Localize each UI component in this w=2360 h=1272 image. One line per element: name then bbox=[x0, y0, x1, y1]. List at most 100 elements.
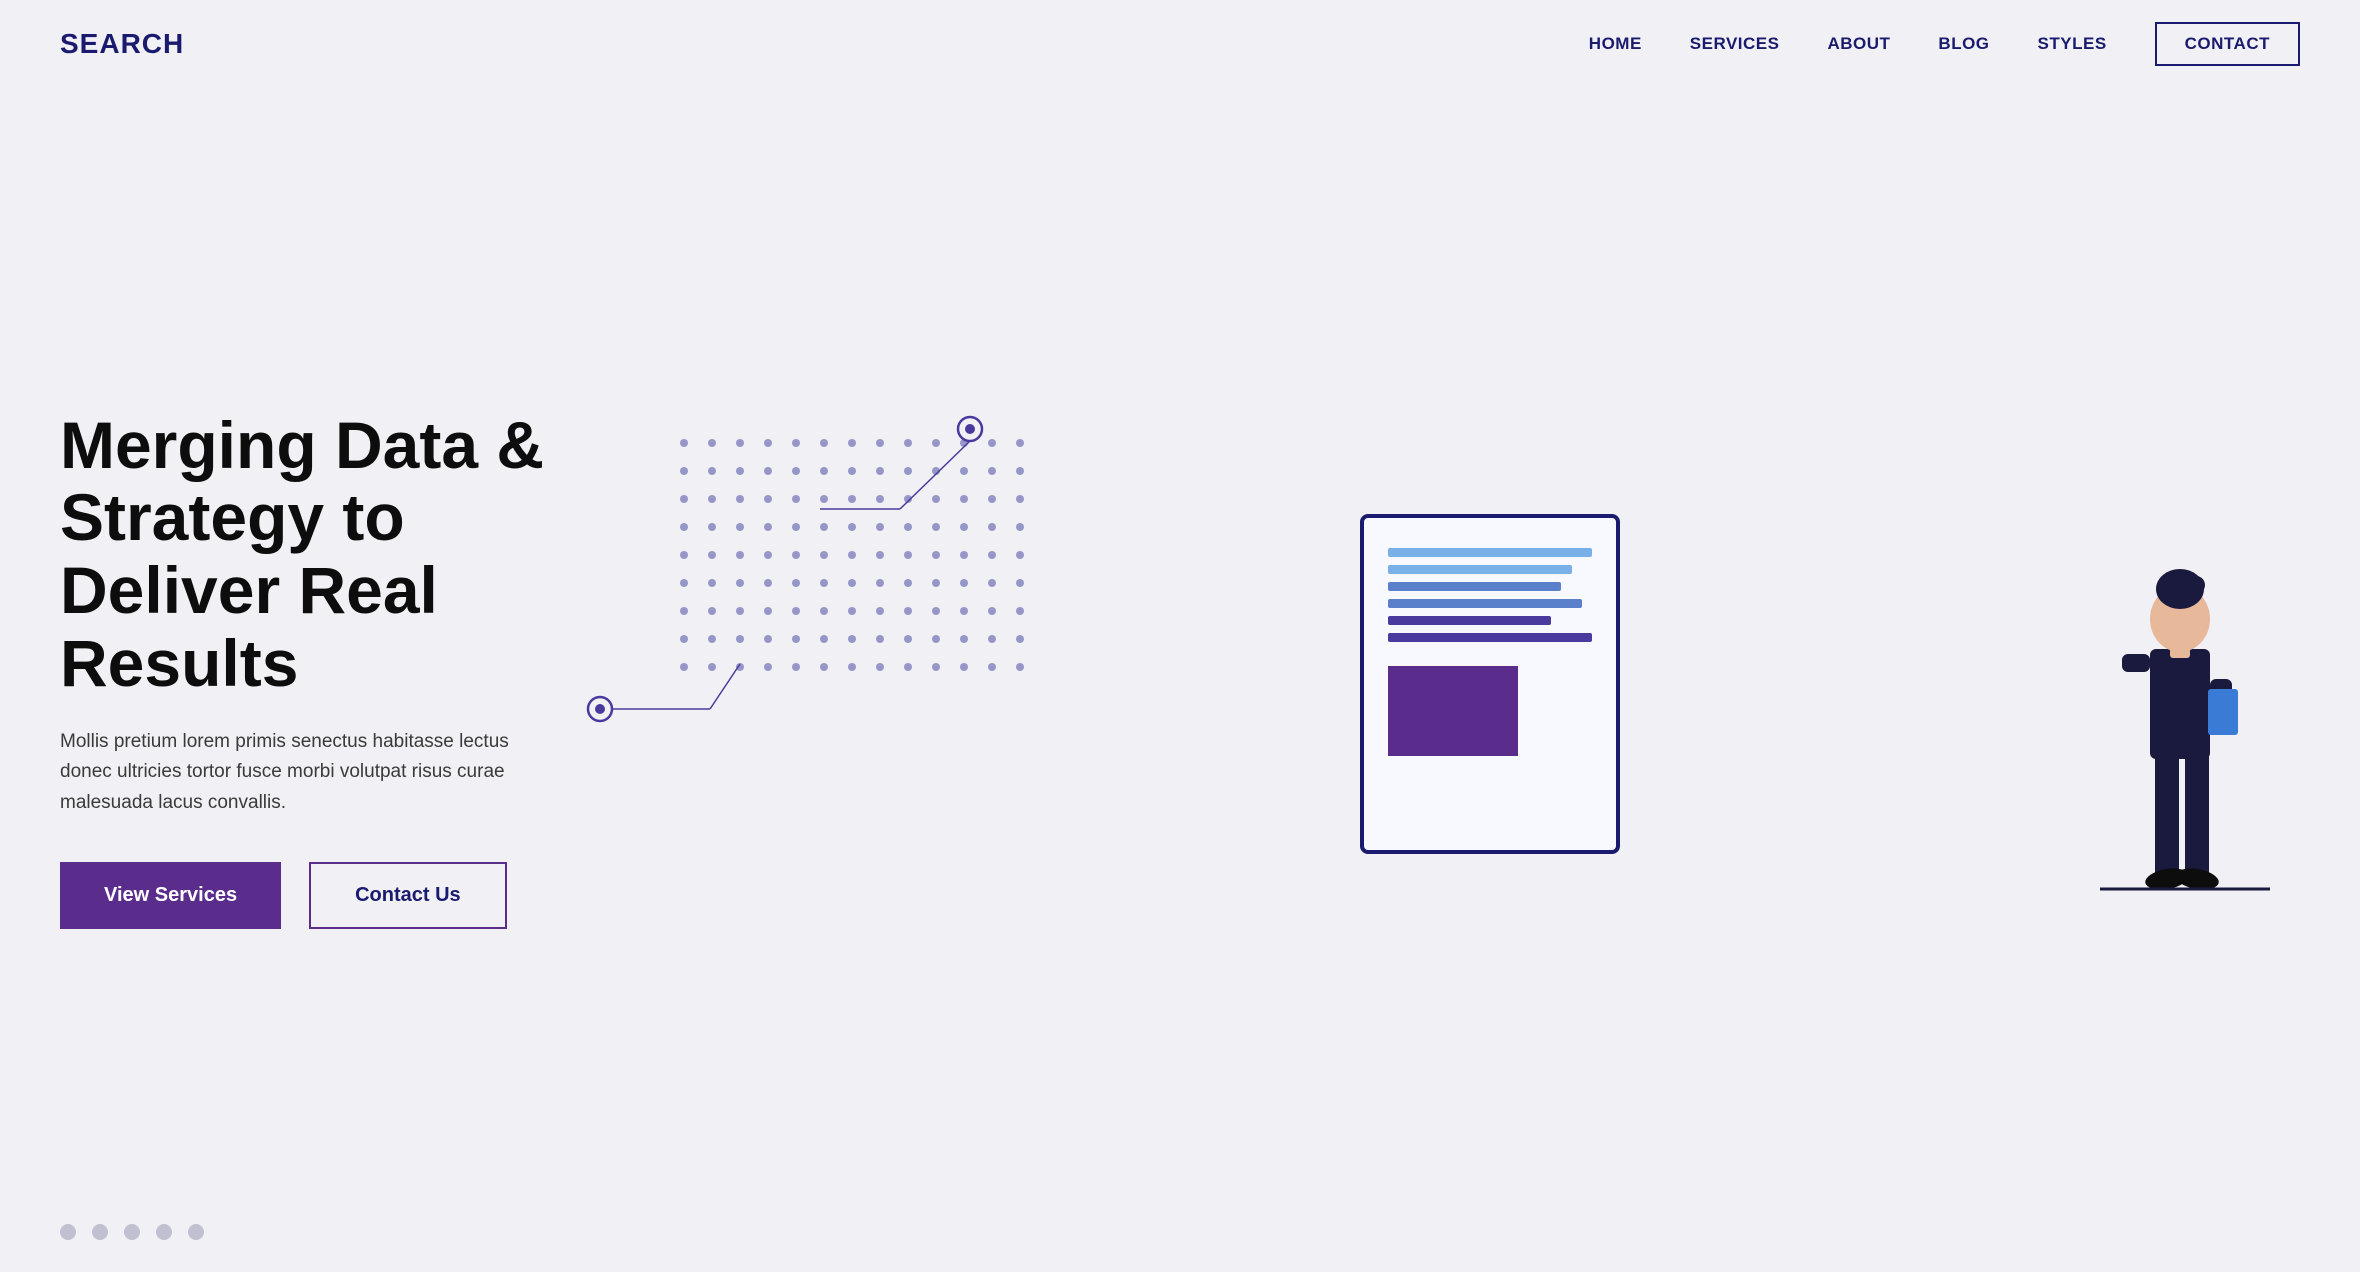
dot-decoration bbox=[904, 495, 912, 503]
nav-blog[interactable]: BLOG bbox=[1938, 34, 1989, 54]
dot-decoration bbox=[988, 467, 996, 475]
dot-decoration bbox=[848, 495, 856, 503]
dot-decoration bbox=[932, 495, 940, 503]
dot-decoration bbox=[820, 663, 828, 671]
dot-decoration bbox=[764, 523, 772, 531]
contact-us-button[interactable]: Contact Us bbox=[309, 862, 507, 929]
dot-decoration bbox=[960, 607, 968, 615]
hero-description: Mollis pretium lorem primis senectus hab… bbox=[60, 727, 560, 818]
dot-decoration bbox=[932, 523, 940, 531]
dot-decoration bbox=[708, 495, 716, 503]
doc-line-2 bbox=[1388, 565, 1572, 574]
dot-decoration bbox=[820, 523, 828, 531]
dot-decoration bbox=[680, 439, 688, 447]
dot-decoration bbox=[792, 523, 800, 531]
dot-decoration bbox=[680, 607, 688, 615]
dot-decoration bbox=[764, 467, 772, 475]
dot-decoration bbox=[1016, 579, 1024, 587]
pagination-dots bbox=[60, 1224, 204, 1240]
dot-decoration bbox=[904, 579, 912, 587]
page-dot-3[interactable] bbox=[124, 1224, 140, 1240]
dot-decoration bbox=[876, 635, 884, 643]
dot-decoration bbox=[932, 551, 940, 559]
dot-decoration bbox=[876, 579, 884, 587]
dot-decoration bbox=[708, 523, 716, 531]
dot-decoration bbox=[848, 635, 856, 643]
hero-content: Merging Data & Strategy to Deliver Real … bbox=[60, 409, 620, 930]
nav-links: HOME SERVICES ABOUT BLOG STYLES CONTACT bbox=[1589, 22, 2300, 66]
dot-decoration bbox=[904, 523, 912, 531]
nav-services[interactable]: SERVICES bbox=[1690, 34, 1780, 54]
dot-decoration bbox=[792, 663, 800, 671]
dot-decoration bbox=[988, 551, 996, 559]
dot-decoration bbox=[764, 495, 772, 503]
dot-decoration bbox=[932, 663, 940, 671]
dot-decoration bbox=[904, 635, 912, 643]
dot-decoration bbox=[820, 579, 828, 587]
page-dot-4[interactable] bbox=[156, 1224, 172, 1240]
nav-styles[interactable]: STYLES bbox=[2038, 34, 2107, 54]
nav-about[interactable]: ABOUT bbox=[1827, 34, 1890, 54]
dot-decoration bbox=[876, 663, 884, 671]
dot-decoration bbox=[792, 607, 800, 615]
dot-decoration bbox=[988, 635, 996, 643]
dot-decoration bbox=[708, 635, 716, 643]
dot-decoration bbox=[736, 635, 744, 643]
dot-decoration bbox=[876, 467, 884, 475]
site-logo[interactable]: SEARCH bbox=[60, 28, 184, 60]
dot-decoration bbox=[792, 579, 800, 587]
view-services-button[interactable]: View Services bbox=[60, 862, 281, 929]
dot-decoration bbox=[1016, 607, 1024, 615]
nav-home[interactable]: HOME bbox=[1589, 34, 1642, 54]
doc-line-4 bbox=[1388, 599, 1582, 608]
dot-decoration bbox=[736, 551, 744, 559]
dot-decoration bbox=[1016, 551, 1024, 559]
document-illustration bbox=[1360, 514, 1620, 854]
contact-button[interactable]: CONTACT bbox=[2155, 22, 2300, 66]
hero-illustration: // Generate dots inline (function() { co… bbox=[620, 409, 2300, 929]
dot-decoration bbox=[876, 607, 884, 615]
page-dot-2[interactable] bbox=[92, 1224, 108, 1240]
dot-decoration bbox=[764, 579, 772, 587]
dot-decoration bbox=[736, 579, 744, 587]
dot-decoration bbox=[876, 551, 884, 559]
dot-decoration bbox=[680, 635, 688, 643]
document-box bbox=[1388, 666, 1518, 756]
dot-decoration bbox=[960, 495, 968, 503]
dot-decoration bbox=[988, 439, 996, 447]
dot-decoration bbox=[708, 579, 716, 587]
dot-decoration bbox=[792, 467, 800, 475]
dot-decoration bbox=[848, 467, 856, 475]
hero-title: Merging Data & Strategy to Deliver Real … bbox=[60, 409, 620, 699]
dot-decoration bbox=[932, 607, 940, 615]
navbar: SEARCH HOME SERVICES ABOUT BLOG STYLES C… bbox=[0, 0, 2360, 88]
dot-decoration bbox=[820, 495, 828, 503]
dot-decoration bbox=[764, 551, 772, 559]
dot-decoration bbox=[1016, 635, 1024, 643]
dot-decoration bbox=[932, 579, 940, 587]
dot-decoration bbox=[708, 607, 716, 615]
dot-decoration bbox=[680, 467, 688, 475]
woman-figure bbox=[2080, 489, 2280, 929]
doc-line-1 bbox=[1388, 548, 1592, 557]
dot-decoration bbox=[820, 551, 828, 559]
dot-decoration bbox=[960, 579, 968, 587]
page-dot-1[interactable] bbox=[60, 1224, 76, 1240]
dot-decoration bbox=[960, 635, 968, 643]
dot-decoration bbox=[848, 663, 856, 671]
dot-decoration bbox=[904, 467, 912, 475]
doc-line-3 bbox=[1388, 582, 1561, 591]
dot-decoration bbox=[680, 523, 688, 531]
dot-decoration bbox=[1016, 495, 1024, 503]
dot-decoration bbox=[988, 607, 996, 615]
document-frame bbox=[1360, 514, 1620, 854]
hero-section: Merging Data & Strategy to Deliver Real … bbox=[0, 88, 2360, 1270]
dot-decoration bbox=[792, 495, 800, 503]
page-dot-5[interactable] bbox=[188, 1224, 204, 1240]
dot-decoration bbox=[1016, 523, 1024, 531]
dot-decoration bbox=[736, 607, 744, 615]
dot-decoration bbox=[764, 635, 772, 643]
dot-decoration bbox=[820, 467, 828, 475]
dot-decoration bbox=[960, 663, 968, 671]
dot-decoration bbox=[708, 467, 716, 475]
